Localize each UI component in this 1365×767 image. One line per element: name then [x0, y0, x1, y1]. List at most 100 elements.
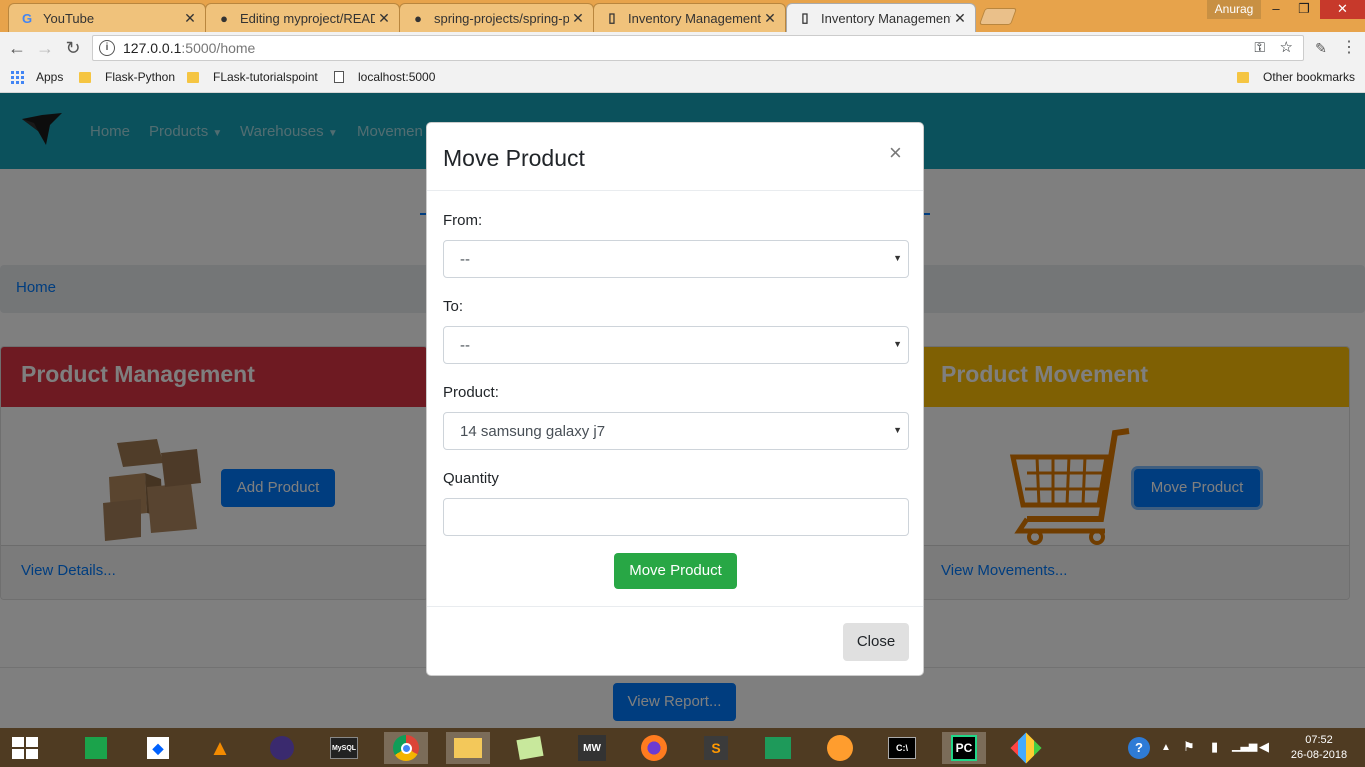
window-close-icon[interactable]: ✕ — [1320, 0, 1365, 19]
page-icon: ▯ — [608, 10, 616, 25]
menu-kebab-icon[interactable]: ⋮ — [1338, 37, 1360, 59]
browser-tab-youtube[interactable]: G YouTube ✕ — [8, 3, 206, 32]
folder-icon — [1237, 71, 1249, 83]
url-host: 127.0.0.1 — [123, 40, 182, 56]
photos-icon[interactable] — [756, 732, 800, 764]
chevron-up-icon[interactable]: ▲ — [1161, 742, 1171, 753]
file-explorer-icon[interactable] — [446, 732, 490, 764]
close-icon[interactable]: × — [889, 141, 902, 165]
modal-title: Move Product — [443, 145, 585, 171]
battery-icon[interactable]: ▮ — [1211, 739, 1218, 755]
to-selected-value: -- — [460, 337, 470, 354]
firefox-icon[interactable] — [632, 732, 676, 764]
page-icon — [334, 71, 344, 83]
caret-down-icon: ▼ — [893, 339, 902, 349]
bookmark-label: localhost:5000 — [358, 70, 436, 84]
move-product-submit-button[interactable]: Move Product — [614, 553, 737, 589]
command-prompt-icon[interactable]: C:\ — [880, 732, 924, 764]
browser-tab-spring-projects[interactable]: ● spring-projects/spring-p ✕ — [399, 3, 594, 32]
dropbox-icon[interactable]: ◆ — [136, 732, 180, 764]
mysql-workbench-icon[interactable]: MySQL — [322, 732, 366, 764]
bookmark-label: Flask-Python — [105, 70, 176, 84]
tab-title: YouTube — [43, 10, 95, 26]
forward-arrow-icon[interactable]: → — [34, 37, 56, 59]
bookmark-label: FLask-tutorialspoint — [213, 70, 318, 84]
sublime-text-icon[interactable]: S — [694, 732, 738, 764]
signal-icon[interactable]: ▁▃▅ — [1232, 739, 1257, 752]
caret-down-icon: ▼ — [893, 253, 902, 263]
pycharm-icon[interactable]: PC — [942, 732, 986, 764]
close-tab-icon[interactable]: ✕ — [569, 10, 587, 27]
git-icon[interactable] — [1004, 732, 1048, 764]
apps-grid-icon — [11, 70, 24, 84]
flag-icon[interactable]: ⚑ — [1183, 739, 1195, 755]
new-tab-button[interactable] — [978, 8, 1018, 25]
windows-taskbar: ◆ ▲ MySQL MW S C:\ PC ? ▲ ⚑ ▮ ▁▃▅ ◀ 07:5… — [0, 728, 1365, 767]
browser-tab-strip: G YouTube ✕ ● Editing myproject/READM ✕ … — [0, 0, 1365, 32]
bookmark-flask-tutorialspoint[interactable]: FLask-tutorialspoint — [187, 70, 318, 84]
bookmark-flask-python[interactable]: Flask-Python — [79, 70, 175, 84]
restore-icon[interactable]: ❐ — [1290, 0, 1318, 19]
to-select[interactable]: -- ▼ — [443, 326, 909, 364]
github-icon: ● — [220, 10, 228, 26]
system-clock[interactable]: 07:52 26-08-2018 — [1284, 733, 1354, 763]
help-icon[interactable]: ? — [1128, 737, 1150, 759]
from-select[interactable]: -- ▼ — [443, 240, 909, 278]
from-selected-value: -- — [460, 251, 470, 268]
extension-icon[interactable]: ✎ — [1310, 37, 1332, 59]
tab-title: Inventory Management S — [821, 10, 951, 26]
tab-title: spring-projects/spring-p — [434, 10, 569, 26]
chrome-icon[interactable] — [384, 732, 428, 764]
product-label: Product: — [443, 384, 499, 401]
clock-date: 26-08-2018 — [1290, 749, 1348, 761]
folder-icon — [79, 71, 91, 83]
quantity-input[interactable] — [443, 498, 909, 536]
browser-tab-editing-readme[interactable]: ● Editing myproject/READM ✕ — [205, 3, 400, 32]
vlc-icon[interactable]: ▲ — [198, 732, 242, 764]
sticky-notes-icon[interactable] — [508, 732, 552, 764]
eclipse-icon[interactable] — [260, 732, 304, 764]
product-select[interactable]: 14 samsung galaxy j7 ▼ — [443, 412, 909, 450]
to-label: To: — [443, 298, 464, 315]
close-tab-icon[interactable]: ✕ — [181, 10, 199, 27]
quantity-label: Quantity — [443, 470, 499, 487]
close-tab-icon[interactable]: ✕ — [375, 10, 393, 27]
back-arrow-icon[interactable]: ← — [6, 37, 28, 59]
reload-icon[interactable]: ↻ — [62, 37, 84, 59]
close-tab-icon[interactable]: ✕ — [761, 10, 779, 27]
browser-tab-inventory-1[interactable]: ▯ Inventory Management S ✕ — [593, 3, 786, 32]
tab-title: Inventory Management S — [628, 10, 761, 26]
address-bar[interactable]: i 127.0.0.1:5000/home ⚿ ☆ — [92, 35, 1304, 61]
bookmark-apps[interactable]: Apps — [11, 70, 63, 84]
bookmark-label: Other bookmarks — [1263, 70, 1356, 84]
star-icon[interactable]: ☆ — [1280, 38, 1293, 56]
edge-icon[interactable] — [818, 732, 862, 764]
modal-header: Move Product × — [427, 123, 923, 191]
github-icon: ● — [414, 10, 422, 26]
move-product-modal: Move Product × From: -- ▼ To: -- ▼ Produ… — [426, 122, 924, 676]
google-icon: G — [21, 10, 33, 26]
store-icon[interactable] — [74, 732, 118, 764]
key-icon[interactable]: ⚿ — [1254, 39, 1265, 56]
tab-title: Editing myproject/READM — [240, 10, 375, 26]
folder-icon — [187, 71, 199, 83]
browser-tab-inventory-active[interactable]: ▯ Inventory Management S ✕ — [786, 3, 976, 32]
clock-time: 07:52 — [1305, 734, 1333, 746]
close-button[interactable]: Close — [843, 623, 909, 661]
minimize-icon[interactable]: – — [1262, 0, 1290, 19]
profile-name[interactable]: Anurag — [1207, 0, 1261, 19]
bookmark-localhost[interactable]: localhost:5000 — [334, 70, 435, 84]
from-label: From: — [443, 212, 483, 229]
caret-down-icon: ▼ — [893, 425, 902, 435]
bookmarks-bar: Apps Flask-Python FLask-tutorialspoint l… — [0, 64, 1365, 93]
close-tab-icon[interactable]: ✕ — [951, 10, 969, 27]
bookmark-other[interactable]: Other bookmarks — [1237, 70, 1355, 84]
nfs-mw-icon[interactable]: MW — [570, 732, 614, 764]
product-selected-value: 14 samsung galaxy j7 — [460, 423, 606, 440]
windows-start-icon[interactable] — [12, 737, 38, 759]
bookmark-label: Apps — [36, 70, 64, 84]
modal-footer: Close — [427, 606, 923, 676]
info-icon[interactable]: i — [99, 40, 115, 56]
browser-toolbar: ← → ↻ i 127.0.0.1:5000/home ⚿ ☆ ✎ ⋮ — [0, 32, 1365, 64]
volume-icon[interactable]: ◀ — [1259, 739, 1269, 755]
